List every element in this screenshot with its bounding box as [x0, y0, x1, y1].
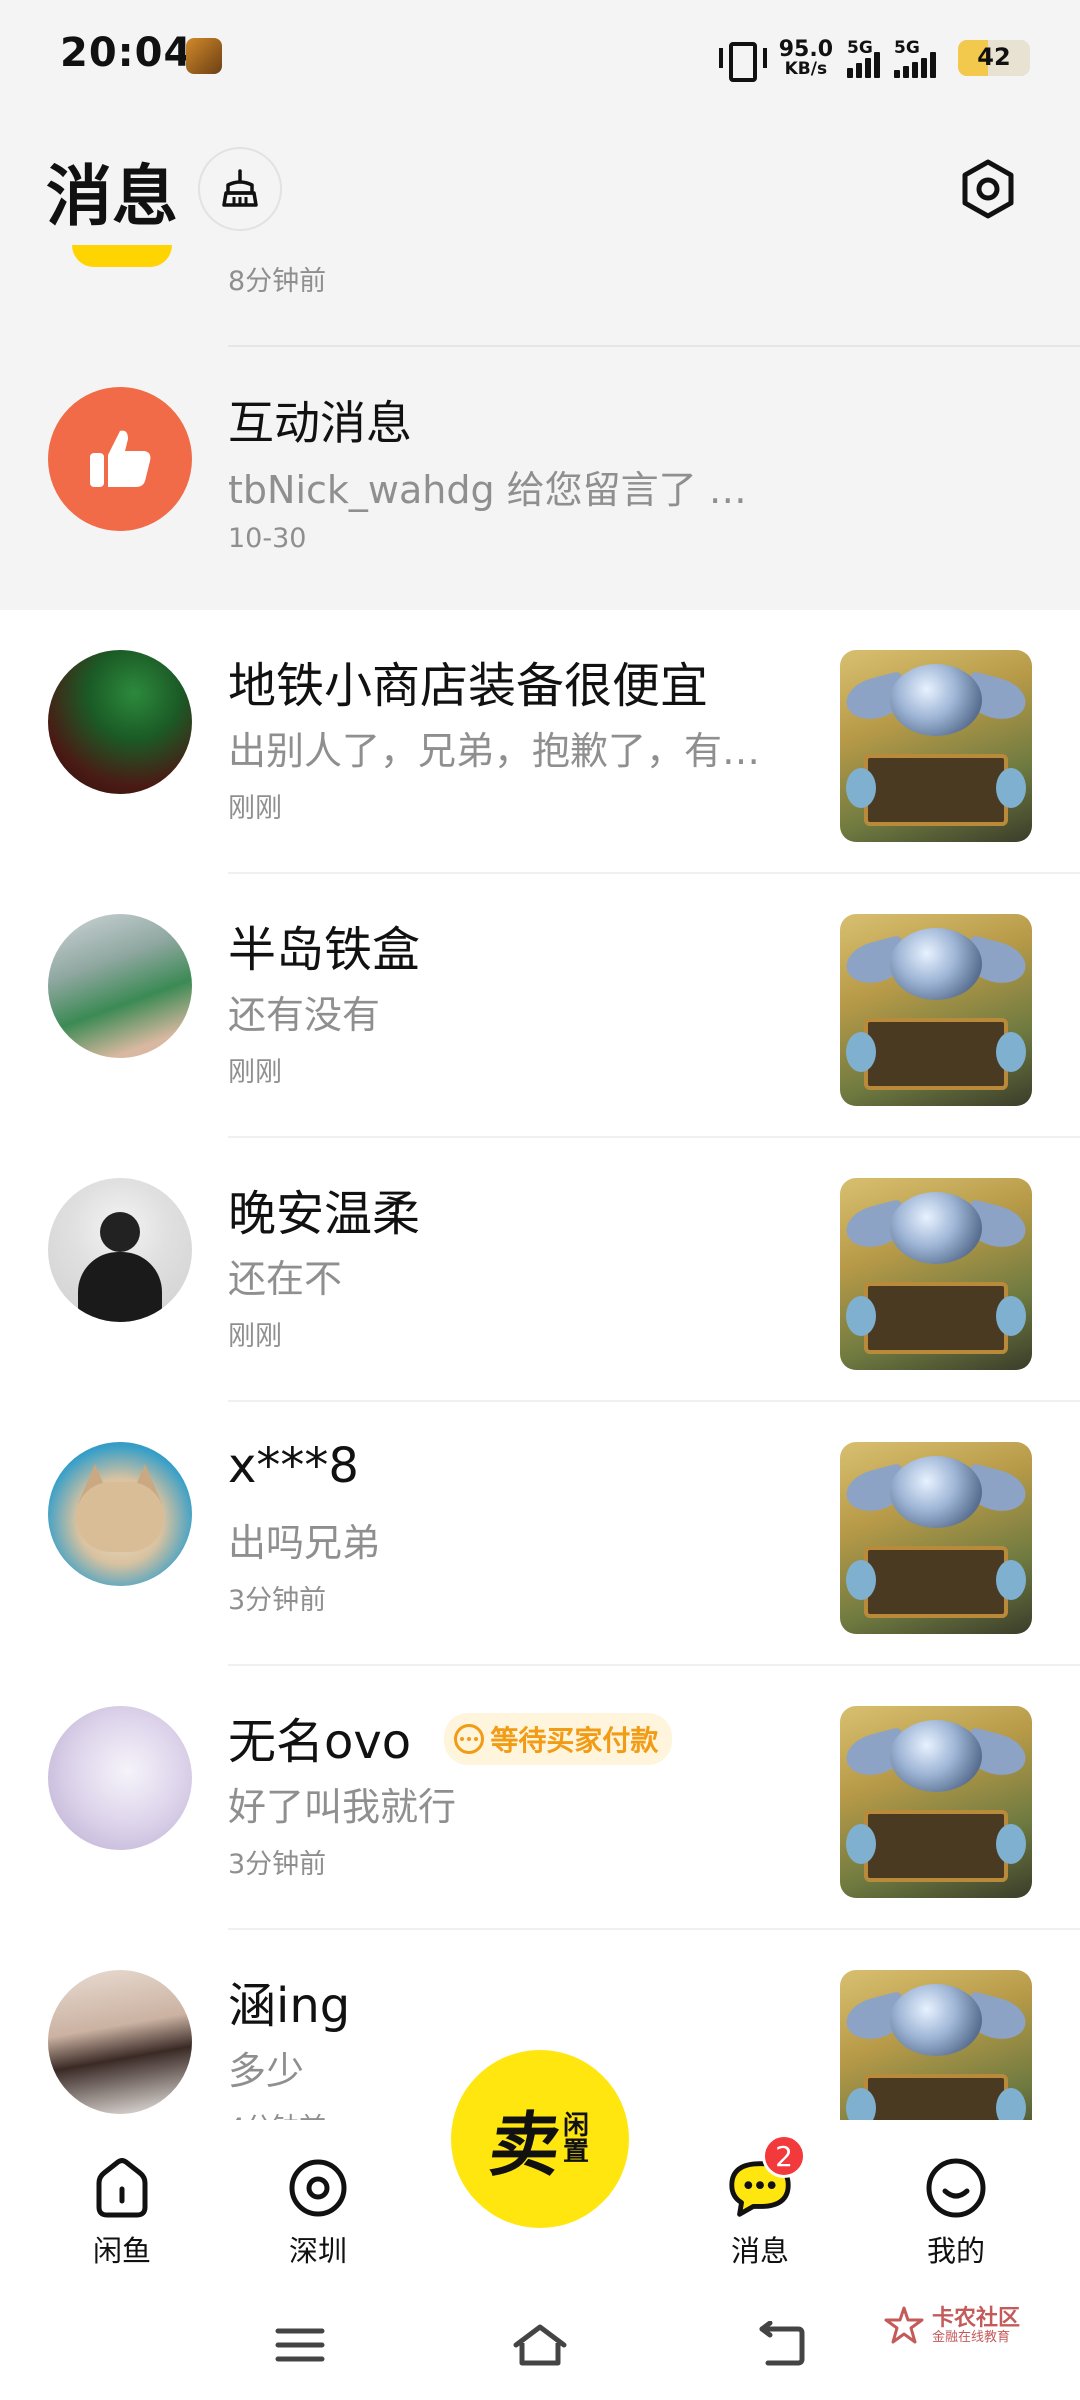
item-thumbnail[interactable] [840, 1442, 1032, 1634]
watermark-logo-icon [884, 2306, 924, 2346]
chat-time: 刚刚 [228, 1057, 282, 1088]
chat-name: 地铁小商店装备很便宜 [228, 658, 709, 714]
settings-button[interactable] [946, 147, 1030, 231]
interaction-preview: tbNick_wahdg 给您留言了 … [228, 468, 747, 512]
nav-mine[interactable]: 我的 [896, 2152, 1016, 2270]
chat-list[interactable]: 地铁小商店装备很便宜 出别人了，兄弟，抱歉了，有… 刚刚 半岛铁盒 还有没有 刚… [0, 610, 1080, 2120]
location-icon [289, 2159, 347, 2217]
watermark-title: 卡农社区 [931, 2305, 1020, 2331]
chat-row[interactable]: x***8 出吗兄弟 3分钟前 [0, 1402, 1080, 1666]
status-bar: 20:04 95.0 KB/s 5G 5G 42 [0, 0, 1080, 115]
vibrate-icon [717, 38, 767, 82]
bottom-nav: 闲鱼 深圳 卖 闲 置 2 消息 我的 [0, 2050, 1080, 2290]
menu-icon [275, 2328, 325, 2362]
sell-sub-label-2: 置 [562, 2137, 589, 2167]
avatar [48, 1706, 192, 1850]
signal-sim1-icon: 5G [847, 38, 880, 78]
watermark-subtitle: 金融在线教育 [931, 2329, 1010, 2345]
battery-icon: 42 [958, 40, 1030, 76]
chat-time: 刚刚 [228, 793, 282, 824]
divider [228, 345, 1080, 347]
recent-apps-button[interactable] [260, 2310, 340, 2380]
network-speed-value: 95.0 [778, 36, 833, 62]
clear-unread-button[interactable] [198, 147, 282, 231]
chat-time: 4分钟前 [228, 2106, 326, 2120]
nav-home[interactable]: 闲鱼 [62, 2152, 182, 2270]
ellipsis-icon [454, 1724, 485, 1754]
sell-main-label: 卖 [484, 2102, 567, 2186]
chat-name: 晚安温柔 [228, 1186, 421, 1242]
battery-level: 42 [977, 43, 1011, 71]
chat-row[interactable]: 半岛铁盒 还有没有 刚刚 [0, 874, 1080, 1138]
status-indicators: 95.0 KB/s 5G 5G 42 [717, 30, 1030, 86]
nav-city[interactable]: 深圳 [258, 2152, 378, 2270]
system-back-button[interactable] [740, 2310, 820, 2380]
network-speed-unit: KB/s [784, 58, 828, 79]
chat-name: 无名ovo 等待买家付款 [228, 1702, 673, 1772]
page-header: 消息 [0, 115, 1080, 245]
signal-sim2-icon: 5G [894, 38, 936, 78]
home-outline-icon [513, 2324, 567, 2366]
chat-name: 涵ing [228, 1978, 351, 2034]
page-title: 消息 [46, 158, 178, 235]
item-thumbnail[interactable] [840, 1706, 1032, 1898]
broom-icon [222, 169, 258, 207]
status-time: 20:04 [60, 30, 193, 76]
chat-preview: 出吗兄弟 [228, 1521, 381, 1565]
chat-preview: 好了叫我就行 [228, 1785, 457, 1829]
system-home-button[interactable] [500, 2310, 580, 2380]
item-thumbnail[interactable] [840, 650, 1032, 842]
interaction-avatar [48, 387, 192, 531]
chat-name: x***8 [228, 1438, 359, 1494]
avatar [48, 914, 192, 1058]
avatar [48, 650, 192, 794]
interaction-messages-entry[interactable]: 互动消息 tbNick_wahdg 给您留言了 … 10-30 [0, 355, 1080, 605]
chat-preview: 还有没有 [228, 993, 381, 1037]
watermark: 卡农社区 金融在线教育 [884, 2306, 1020, 2346]
chat-time: 3分钟前 [228, 1849, 327, 1880]
interaction-time: 10-30 [228, 523, 307, 554]
chat-preview: 出别人了，兄弟，抱歉了，有… [228, 729, 761, 773]
previous-item-avatar [72, 245, 172, 267]
item-thumbnail[interactable] [840, 1970, 1032, 2120]
sell-sub-label: 闲 置 [563, 2113, 589, 2165]
interaction-title: 互动消息 [228, 396, 412, 450]
home-icon [96, 2158, 148, 2218]
smile-face-icon [926, 2158, 986, 2218]
chat-name-text: 无名ovo [228, 1714, 412, 1770]
chat-preview: 还在不 [228, 1257, 343, 1301]
item-thumbnail[interactable] [840, 914, 1032, 1106]
status-badge: 等待买家付款 [444, 1713, 673, 1765]
avatar [48, 1970, 192, 2114]
chat-row[interactable]: 地铁小商店装备很便宜 出别人了，兄弟，抱歉了，有… 刚刚 [0, 610, 1080, 874]
signal-sim2-label: 5G [894, 38, 920, 58]
item-thumbnail[interactable] [840, 1178, 1032, 1370]
chat-row[interactable]: 晚安温柔 还在不 刚刚 [0, 1138, 1080, 1402]
nav-mine-label: 我的 [926, 2234, 985, 2268]
system-nav-bar: 卡农社区 金融在线教育 [0, 2290, 1080, 2400]
status-badge-label: 等待买家付款 [490, 1724, 659, 1757]
gear-icon [962, 159, 1014, 219]
nav-home-label: 闲鱼 [92, 2234, 151, 2268]
previous-item-time: 8分钟前 [228, 266, 327, 297]
nav-messages-label: 消息 [730, 2234, 789, 2268]
back-arrow-icon [759, 2321, 805, 2366]
network-speed: 95.0 KB/s [778, 36, 833, 79]
avatar [48, 1442, 192, 1586]
unread-count-badge: 2 [762, 2134, 806, 2178]
chat-time: 3分钟前 [228, 1585, 327, 1616]
chat-row[interactable]: 无名ovo 等待买家付款 好了叫我就行 3分钟前 [0, 1666, 1080, 1930]
chat-time: 刚刚 [228, 1321, 282, 1352]
signal-sim1-label: 5G [847, 38, 873, 58]
chat-name: 半岛铁盒 [228, 922, 421, 978]
pinned-section: 8分钟前 互动消息 tbNick_wahdg 给您留言了 … 10-30 [0, 245, 1080, 610]
avatar [48, 1178, 192, 1322]
nav-city-label: 深圳 [288, 2234, 347, 2268]
game-app-icon [186, 38, 222, 74]
nav-messages[interactable]: 2 消息 [700, 2134, 820, 2270]
sell-sub-label-1: 闲 [562, 2111, 589, 2141]
sell-button[interactable]: 卖 闲 置 [451, 2050, 629, 2228]
thumbs-up-icon [90, 430, 151, 487]
